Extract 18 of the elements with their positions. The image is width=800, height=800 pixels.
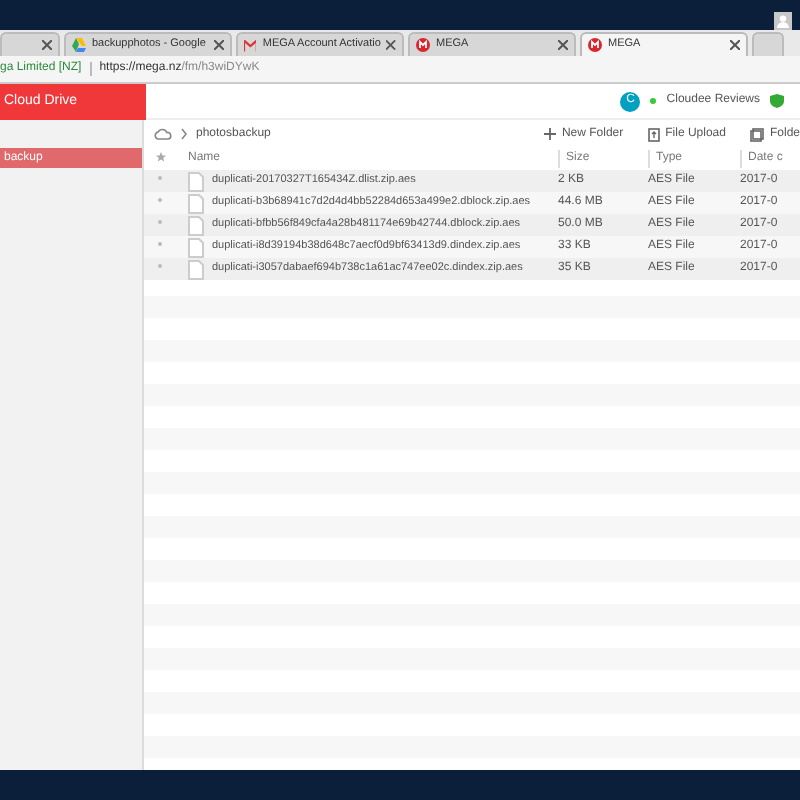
close-icon[interactable] <box>558 40 568 50</box>
browser-tab[interactable] <box>0 32 60 56</box>
cloud-icon[interactable] <box>154 128 172 140</box>
logo-icon <box>588 38 602 52</box>
mail-icon <box>244 39 257 51</box>
triangle-icon <box>72 38 86 52</box>
star-icon[interactable] <box>156 151 166 162</box>
logo-icon <box>416 38 430 52</box>
close-icon[interactable] <box>386 40 396 50</box>
close-icon[interactable] <box>42 40 52 50</box>
plus-icon <box>543 128 556 140</box>
status-dot-icon <box>650 98 657 104</box>
folder-upload-icon <box>749 127 764 141</box>
chevron-icon <box>180 128 188 140</box>
upload-icon <box>647 127 660 141</box>
close-icon[interactable] <box>730 40 740 50</box>
close-icon[interactable] <box>214 40 224 50</box>
shield-icon <box>770 94 784 108</box>
